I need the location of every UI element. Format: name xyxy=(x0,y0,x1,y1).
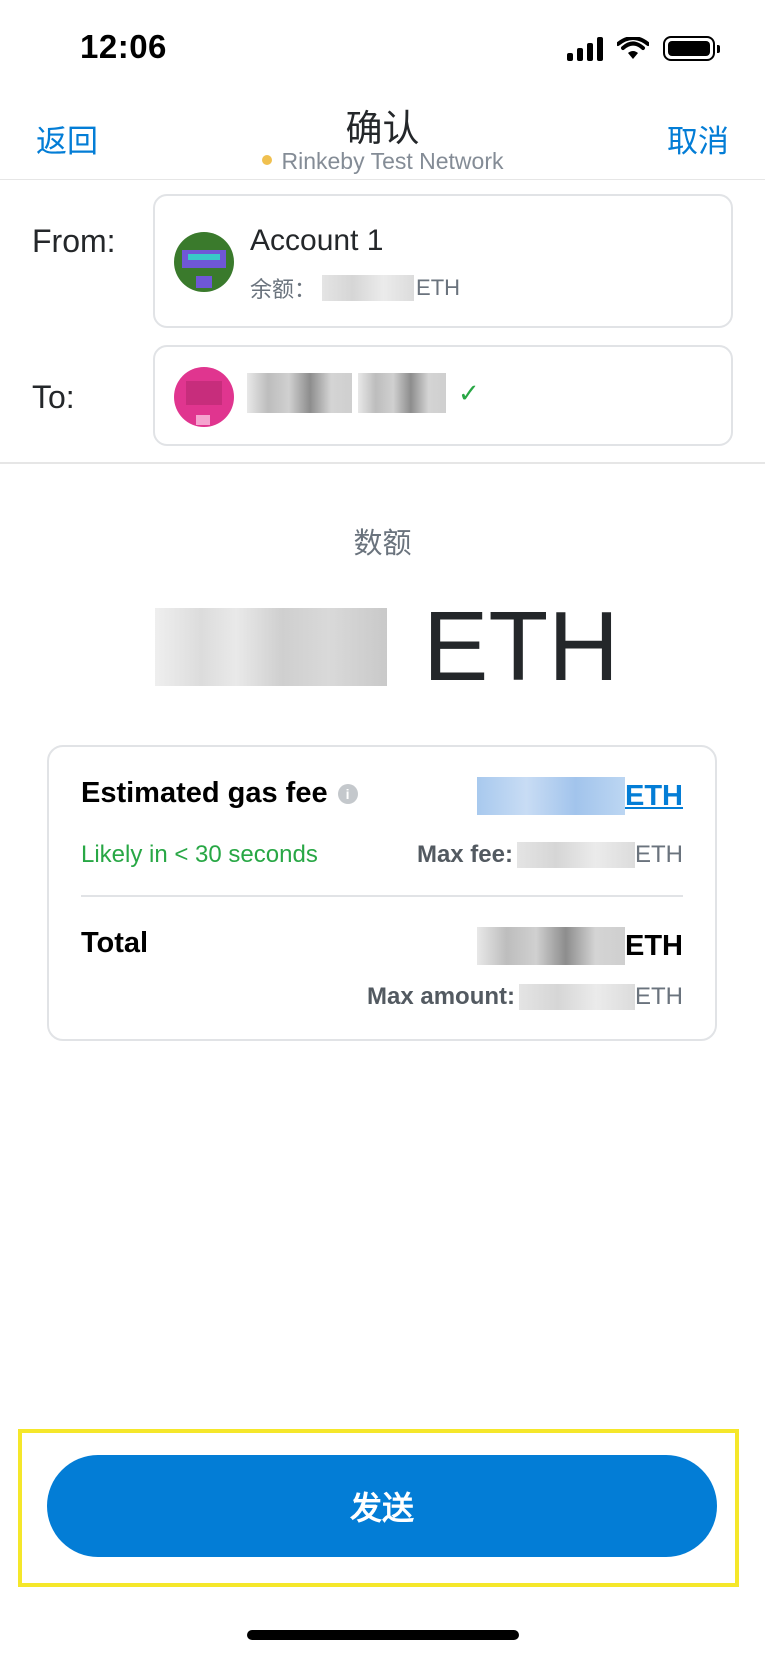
max-amount-label: Max amount: xyxy=(366,983,515,1010)
wifi-icon xyxy=(617,36,649,59)
cellular-signal-icon xyxy=(567,36,603,61)
gas-fee-title-text: Estimated gas fee xyxy=(81,777,328,809)
balance-value-redacted xyxy=(322,275,415,301)
total-label: Total xyxy=(81,927,149,959)
info-icon[interactable]: i xyxy=(337,783,358,804)
transaction-summary-card: Estimated gas fee i ETH Likely in < 30 s… xyxy=(47,745,717,1041)
network-name: Rinkeby Test Network xyxy=(281,148,504,174)
max-amount-unit: ETH xyxy=(635,983,683,1010)
total-unit: ETH xyxy=(625,929,683,962)
amount-display: ETH xyxy=(155,590,619,703)
verified-check-icon: ✓ xyxy=(458,377,480,408)
battery-icon xyxy=(663,36,720,61)
max-fee: Max fee: ETH xyxy=(417,841,683,869)
total-value: ETH xyxy=(477,927,683,965)
max-fee-value-redacted xyxy=(517,842,635,868)
recipient-address: ✓ xyxy=(247,373,480,413)
page-title: 确认 xyxy=(345,107,420,150)
gas-fee-link[interactable]: ETH xyxy=(477,777,683,815)
max-amount: Max amount: ETH xyxy=(367,983,683,1011)
from-account-card[interactable]: Account 1 余额： ETH xyxy=(153,194,733,328)
total-value-redacted xyxy=(477,927,625,965)
send-button[interactable]: 发送 xyxy=(47,1455,717,1557)
max-fee-unit: ETH xyxy=(635,841,683,868)
amount-value-redacted xyxy=(155,607,387,686)
status-icons xyxy=(567,36,720,61)
account-balance: 余额： ETH xyxy=(250,272,460,304)
balance-unit: ETH xyxy=(416,275,461,300)
from-label: From: xyxy=(32,223,116,259)
home-indicator[interactable] xyxy=(247,1630,519,1640)
to-address-card[interactable]: ✓ xyxy=(153,345,733,446)
network-dot-icon xyxy=(261,154,272,165)
address-part-redacted xyxy=(247,373,352,413)
recipient-avatar xyxy=(174,367,234,427)
gas-fee-unit: ETH xyxy=(625,779,683,812)
amount-unit: ETH xyxy=(423,591,619,701)
gas-fee-value-redacted xyxy=(477,777,625,815)
account-name: Account 1 xyxy=(250,224,384,257)
to-label: To: xyxy=(32,379,75,415)
max-amount-value-redacted xyxy=(519,984,635,1010)
section-divider xyxy=(0,462,765,464)
status-time: 12:06 xyxy=(80,28,167,65)
amount-label: 数额 xyxy=(353,526,412,560)
network-indicator: Rinkeby Test Network xyxy=(0,148,765,175)
status-bar: 12:06 xyxy=(0,0,765,96)
gas-time-estimate: Likely in < 30 seconds xyxy=(81,841,318,868)
address-part-redacted xyxy=(358,373,446,413)
cancel-button[interactable]: 取消 xyxy=(667,116,729,161)
gas-fee-title: Estimated gas fee i xyxy=(81,777,358,810)
nav-header: 返回 确认 Rinkeby Test Network 取消 xyxy=(0,90,765,180)
max-fee-label: Max fee: xyxy=(416,841,513,868)
account-avatar xyxy=(174,232,234,292)
card-divider xyxy=(81,895,683,897)
balance-label: 余额： xyxy=(250,277,317,302)
